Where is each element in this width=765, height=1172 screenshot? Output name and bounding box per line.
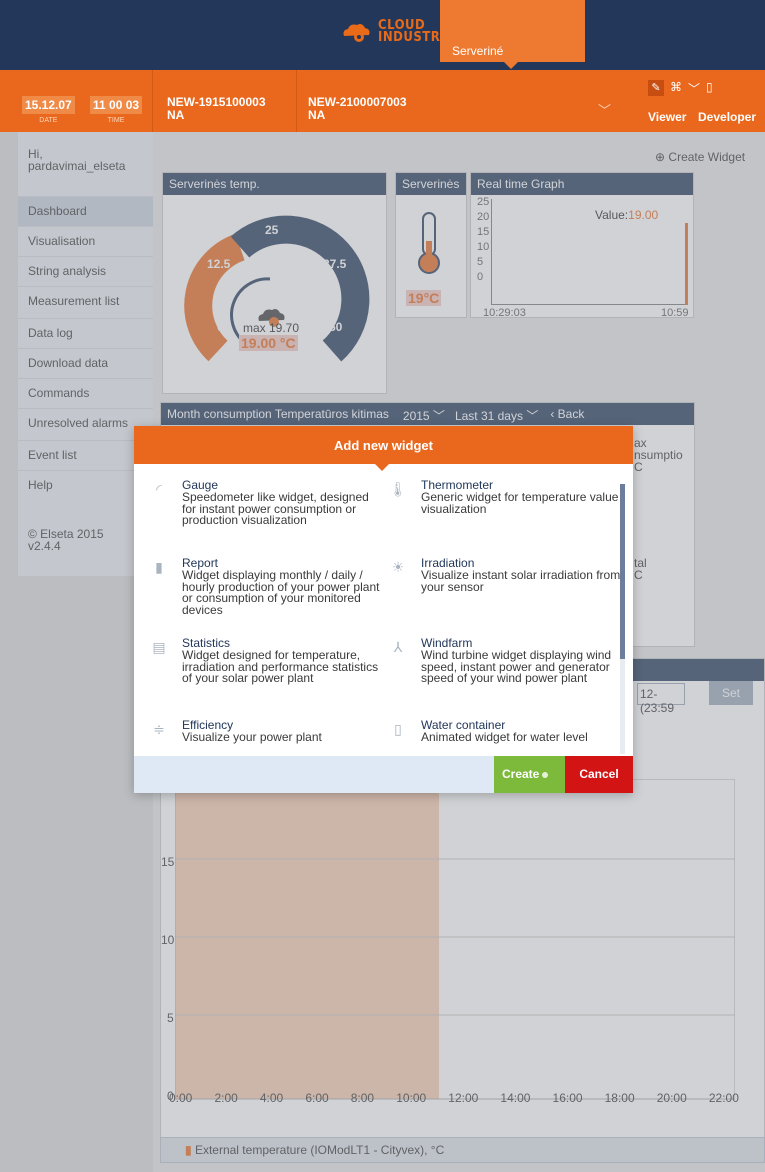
widget-option-water-container[interactable]: ▯ Water container Animated widget for wa… — [389, 718, 614, 756]
device-tab-1[interactable]: NEW-1915100003 NA — [167, 96, 266, 122]
widget-type-list[interactable]: ◜ Gauge Speedometer like widget, designe… — [134, 464, 633, 756]
thermometer-icon: 🌡 — [389, 481, 407, 497]
cancel-button[interactable]: Cancel — [565, 756, 633, 793]
nav-icon-group: ✎ ⌘ ﹀ ▯ — [648, 80, 713, 97]
widget-option-irradiation[interactable]: ☀ Irradiation Visualize instant solar ir… — [389, 556, 620, 632]
dialog-title: Add new widget — [134, 426, 633, 471]
report-icon: ▮ — [155, 559, 163, 575]
widget-option-windfarm[interactable]: ⅄ Windfarm Wind turbine widget displayin… — [389, 636, 614, 714]
gauge-icon: ◜ — [156, 481, 162, 497]
statistics-icon: ▤ — [152, 639, 166, 655]
date-display: 15.12.07 DATE — [22, 96, 75, 124]
time-display: 11 00 03 TIME — [90, 96, 143, 124]
widget-option-report[interactable]: ▮ Report Widget displaying monthly / dai… — [150, 556, 379, 632]
windfarm-icon: ⅄ — [393, 639, 403, 655]
status-dot-icon — [542, 771, 549, 778]
water-container-icon: ▯ — [394, 721, 402, 737]
map-icon[interactable]: ⌘ — [670, 80, 682, 97]
efficiency-icon: ≑ — [153, 721, 165, 737]
widget-option-statistics[interactable]: ▤ Statistics Widget designed for tempera… — [150, 636, 378, 714]
wrench-icon[interactable]: ✎ — [648, 80, 664, 96]
chevron-down-icon[interactable]: ﹀ — [598, 100, 611, 119]
scrollbar-thumb[interactable] — [620, 484, 625, 659]
sun-icon: ☀ — [391, 559, 405, 575]
widget-option-efficiency[interactable]: ≑ Efficiency Visualize your power plant — [150, 718, 375, 756]
create-button[interactable]: Create — [494, 756, 565, 793]
cloud-gear-icon — [343, 24, 370, 42]
chevron-down-icon[interactable]: ﹀ — [688, 80, 700, 97]
logout-icon[interactable]: ▯ — [706, 80, 713, 97]
tab-serverine[interactable]: Serveriné — [440, 0, 585, 69]
developer-role-link[interactable]: Developer — [698, 110, 756, 124]
widget-option-gauge[interactable]: ◜ Gauge Speedometer like widget, designe… — [150, 478, 375, 546]
device-tab-2[interactable]: NEW-2100007003 NA — [308, 96, 407, 122]
widget-option-thermometer[interactable]: 🌡 Thermometer Generic widget for tempera… — [389, 478, 618, 546]
viewer-role-link[interactable]: Viewer — [648, 110, 686, 124]
add-widget-dialog: Add new widget ◜ Gauge Speedometer like … — [134, 426, 633, 793]
